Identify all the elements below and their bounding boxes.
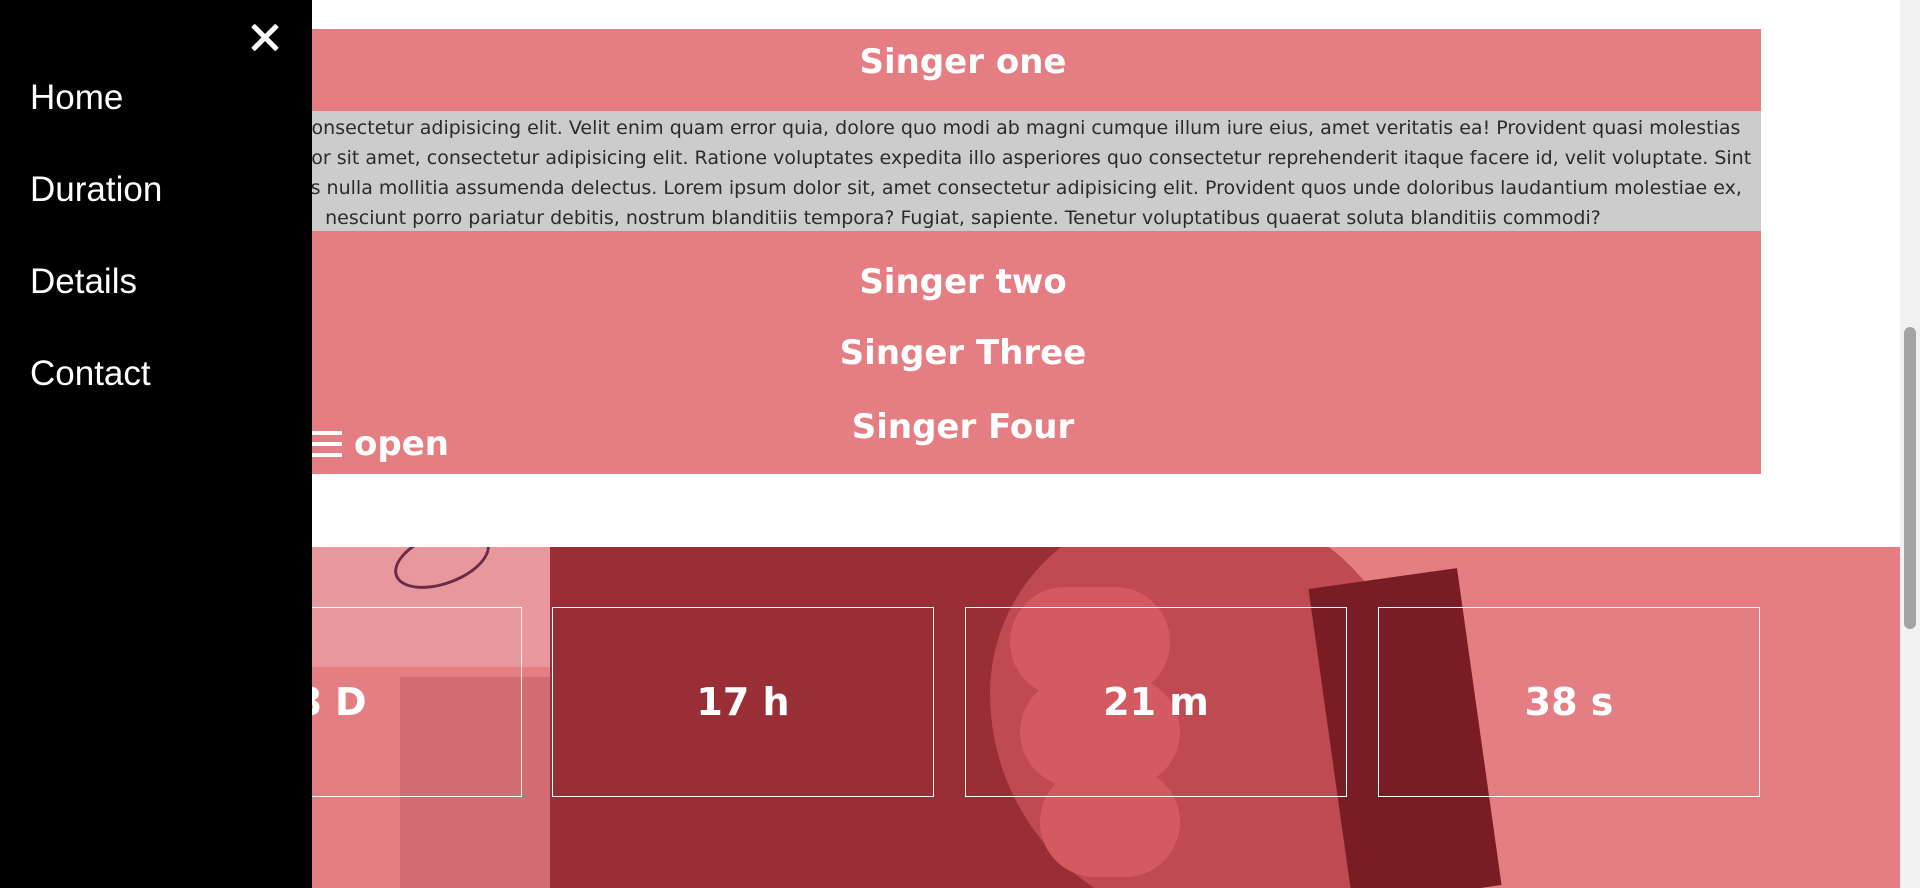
side-navigation: Home Duration Details Contact xyxy=(0,0,312,888)
singers-accordion: Singer one or sit, amet consectetur adip… xyxy=(165,29,1761,474)
countdown-minutes: 21 m xyxy=(965,607,1347,797)
nav-link-duration[interactable]: Duration xyxy=(30,170,162,210)
open-menu-button[interactable]: open xyxy=(310,424,449,464)
accordion-panel-singer-one: or sit, amet consectetur adipisicing eli… xyxy=(165,111,1761,231)
panel-text-line: nesciunt porro pariatur debitis, nostrum… xyxy=(325,207,1601,229)
accordion-header-singer-two[interactable]: Singer two xyxy=(165,231,1761,313)
panel-text-line: ciendis debitis nulla mollitia assumenda… xyxy=(184,177,1742,199)
accordion-header-singer-three[interactable]: Singer Three xyxy=(165,313,1761,395)
countdown-seconds: 38 s xyxy=(1378,607,1760,797)
open-menu-label: open xyxy=(354,424,449,464)
accordion-header-singer-one[interactable]: Singer one xyxy=(165,29,1761,111)
hamburger-icon xyxy=(310,429,344,459)
nav-link-home[interactable]: Home xyxy=(30,78,123,118)
nav-link-details[interactable]: Details xyxy=(30,262,137,302)
close-icon[interactable] xyxy=(248,20,282,54)
page: Singer one or sit, amet consectetur adip… xyxy=(0,0,1920,888)
page-scrollbar[interactable] xyxy=(1900,0,1920,888)
panel-text-line: rem ipsum dolor sit amet, consectetur ad… xyxy=(174,147,1752,169)
nav-link-contact[interactable]: Contact xyxy=(30,354,151,394)
countdown-hours: 17 h xyxy=(552,607,934,797)
scrollbar-thumb[interactable] xyxy=(1904,327,1916,629)
panel-text-line: or sit, amet consectetur adipisicing eli… xyxy=(185,117,1741,139)
